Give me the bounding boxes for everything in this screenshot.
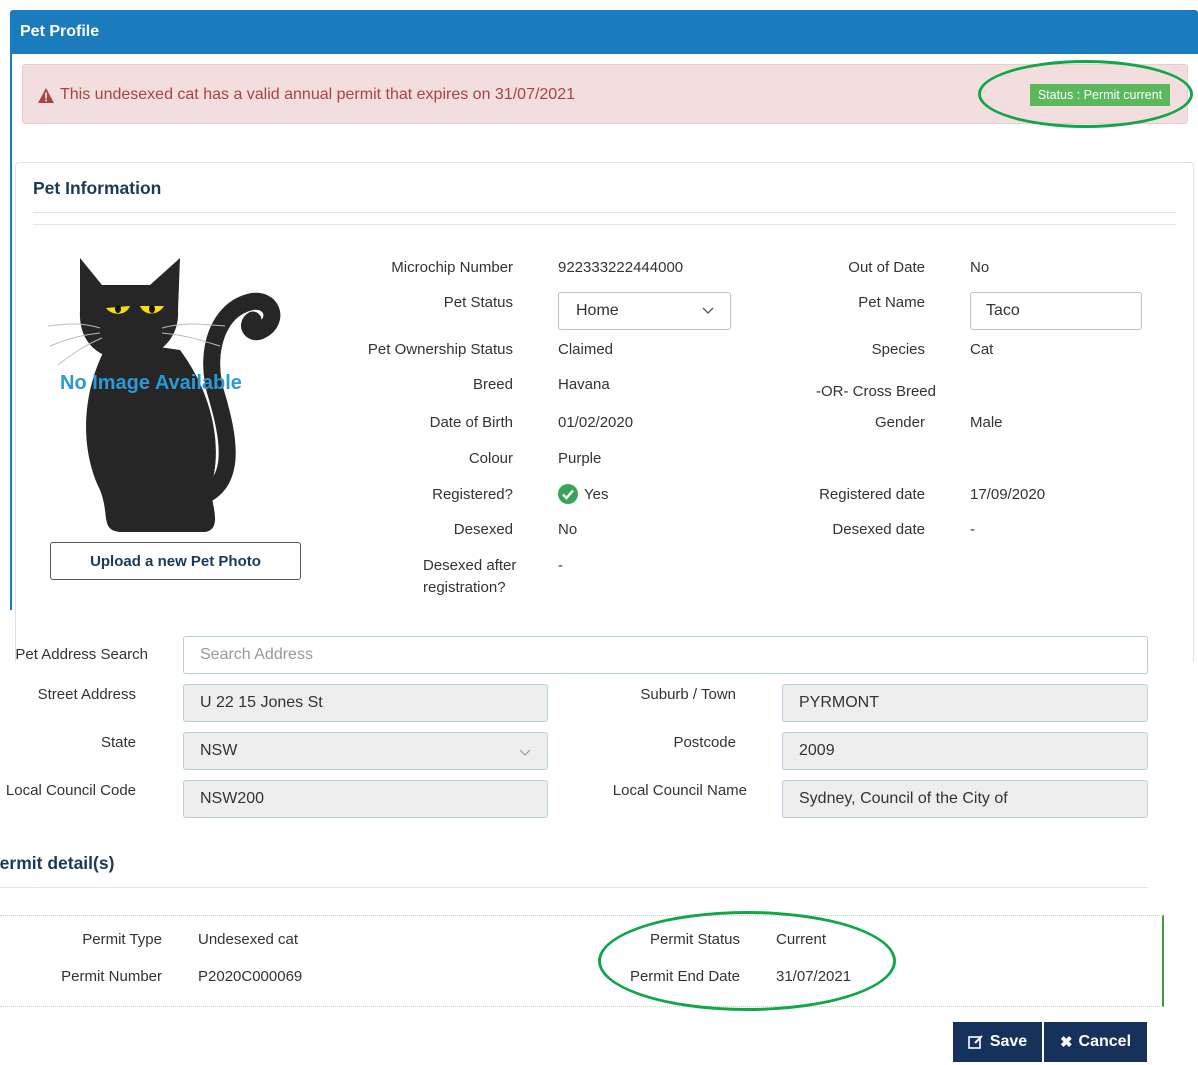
street-address-label: Street Address: [37, 686, 136, 703]
field-label: Microchip Number: [391, 259, 513, 276]
chevron-down-icon: [519, 749, 531, 756]
chevron-down-icon: [702, 307, 714, 314]
date-of-birth: 01/02/2020: [558, 414, 634, 431]
field-label: Date of Birth: [429, 414, 513, 431]
field-label: Desexed: [453, 521, 513, 538]
pet-info-title: Pet Information: [33, 178, 162, 198]
divider: [0, 887, 1148, 888]
field-label: Colour: [468, 450, 513, 467]
out-of-date: No: [970, 259, 990, 276]
field-label: Pet Status: [443, 294, 513, 311]
desexed-after-registration: -: [558, 557, 563, 574]
alert-message: This undesexed cat has a valid annual pe…: [60, 86, 575, 103]
cancel-button[interactable]: ✖ Cancel: [1044, 1022, 1147, 1062]
pet-name-input[interactable]: Taco: [970, 292, 1142, 330]
desexed-date: -: [970, 521, 975, 538]
check-circle-icon: [558, 484, 578, 504]
gender: Male: [970, 414, 1003, 431]
registered-text: Yes: [584, 485, 609, 503]
address-search-label: Pet Address Search: [15, 646, 148, 663]
council-name-label: Local Council Name: [612, 782, 747, 799]
close-icon: ✖: [1059, 1034, 1073, 1051]
field-label: Desexed date: [832, 521, 925, 538]
address-search-input[interactable]: Search Address: [183, 636, 1148, 674]
permit-number-value: P2020C000069: [198, 968, 303, 985]
colour: Purple: [558, 450, 602, 467]
field-label: Breed: [472, 376, 513, 393]
pet-status-value: Home: [576, 302, 619, 319]
permit-type-label: Permit Type: [82, 931, 162, 948]
warning-icon: [38, 87, 54, 103]
breed: Havana: [558, 376, 610, 393]
divider: [33, 224, 1176, 225]
field-label: Registered?: [432, 486, 513, 503]
permit-card: [0, 915, 1164, 1007]
registered-date: 17/09/2020: [970, 486, 1046, 503]
field-label: Out of Date: [848, 259, 925, 276]
desexed: No: [558, 521, 578, 538]
permit-end-date-value: 31/07/2021: [776, 968, 852, 985]
field-label: Desexed after: [423, 557, 517, 574]
postcode-label: Postcode: [673, 734, 736, 751]
field-label: Pet Ownership Status: [367, 341, 513, 358]
alert-message-row: This undesexed cat has a valid annual pe…: [38, 86, 575, 104]
field-label: Gender: [874, 414, 925, 431]
permit-section-title: Permit detail(s): [0, 853, 115, 873]
postcode-field[interactable]: 2009: [782, 732, 1148, 770]
field-label: -OR- Cross Breed: [815, 383, 936, 400]
state-label: State: [100, 734, 136, 751]
pet-status-select[interactable]: Home: [558, 292, 731, 330]
cancel-label: Cancel: [1078, 1033, 1132, 1050]
status-badge: Status : Permit current: [1030, 84, 1170, 106]
save-button[interactable]: Save: [953, 1022, 1042, 1062]
permit-type-value: Undesexed cat: [198, 931, 299, 948]
divider: [33, 212, 1176, 213]
permit-number-label: Permit Number: [61, 968, 162, 985]
state-value: NSW: [200, 742, 238, 759]
upload-photo-button[interactable]: Upload a new Pet Photo: [50, 542, 301, 580]
ownership-status: Claimed: [558, 341, 614, 358]
field-label: Species: [871, 341, 925, 358]
edit-icon: [968, 1035, 983, 1049]
state-select[interactable]: NSW: [183, 732, 548, 770]
microchip-number: 922333222444000: [558, 259, 684, 276]
panel-border: [10, 54, 12, 610]
registered-value: Yes: [558, 484, 608, 504]
species: Cat: [970, 341, 994, 358]
field-label: Pet Name: [858, 294, 925, 311]
suburb-label: Suburb / Town: [640, 686, 736, 703]
no-image-label: No Image Available: [60, 372, 242, 394]
field-label: registration?: [423, 579, 506, 596]
council-name-field[interactable]: Sydney, Council of the City of: [782, 780, 1148, 818]
field-label: Registered date: [819, 486, 925, 503]
council-code-label: Local Council Code: [5, 782, 136, 799]
street-address-field[interactable]: U 22 15 Jones St: [183, 684, 548, 722]
page-title: Pet Profile: [20, 23, 100, 40]
permit-status-value: Current: [776, 931, 827, 948]
permit-end-date-label: Permit End Date: [629, 968, 740, 985]
save-label: Save: [989, 1033, 1028, 1050]
permit-status-label: Permit Status: [649, 931, 740, 948]
header-bar: [10, 10, 1198, 54]
council-code-field[interactable]: NSW200: [183, 780, 548, 818]
suburb-field[interactable]: PYRMONT: [782, 684, 1148, 722]
